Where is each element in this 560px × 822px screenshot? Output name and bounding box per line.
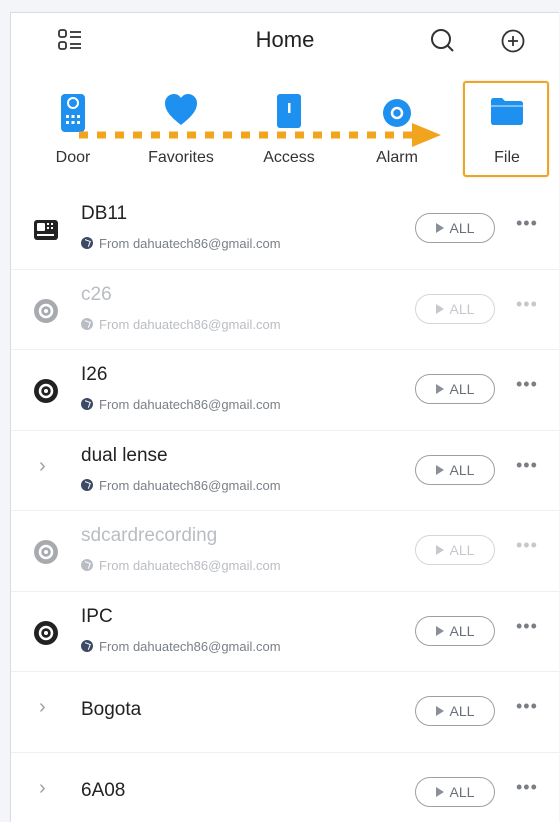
play-all-button[interactable]: ALL [415, 374, 495, 404]
share-icon [81, 318, 93, 330]
more-options-icon[interactable]: ••• [516, 616, 538, 637]
more-options-icon[interactable]: ••• [516, 213, 538, 234]
chevron-right-icon[interactable]: › [39, 455, 46, 478]
share-icon [81, 640, 93, 652]
category-label: Access [239, 149, 339, 167]
chevron-right-icon[interactable]: › [39, 777, 46, 800]
camera-icon [33, 378, 59, 404]
play-icon [436, 706, 444, 716]
more-options-icon[interactable]: ••• [516, 455, 538, 476]
play-all-button[interactable]: ALL [415, 535, 495, 565]
category-access[interactable]: Access [239, 83, 339, 183]
play-all-button[interactable]: ALL [415, 777, 495, 807]
device-name: IPC [81, 606, 113, 628]
header: Home [11, 13, 559, 73]
door-icon [60, 93, 86, 138]
play-all-button[interactable]: ALL [415, 213, 495, 243]
add-device-icon[interactable] [499, 27, 529, 57]
device-name: DB11 [81, 203, 127, 225]
share-icon [81, 237, 93, 249]
device-row[interactable]: DB11 From dahuatech86@gmail.com ALL ••• [11, 189, 559, 270]
folder-icon [490, 97, 524, 130]
camera-icon [33, 539, 59, 565]
favorites-heart-icon [163, 93, 199, 132]
play-icon [436, 626, 444, 636]
category-alarm[interactable]: Alarm [347, 83, 447, 183]
device-row[interactable]: › dual lense From dahuatech86@gmail.com … [11, 431, 559, 512]
more-options-icon[interactable]: ••• [516, 777, 538, 798]
share-icon [81, 559, 93, 571]
more-options-icon[interactable]: ••• [516, 535, 538, 556]
play-all-button[interactable]: ALL [415, 294, 495, 324]
play-all-button[interactable]: ALL [415, 455, 495, 485]
camera-icon [33, 620, 59, 646]
more-options-icon[interactable]: ••• [516, 374, 538, 395]
device-name: Bogota [81, 699, 141, 721]
device-row[interactable]: › Bogota ALL ••• [11, 672, 559, 753]
device-name: c26 [81, 284, 112, 306]
category-label: Alarm [347, 149, 447, 167]
category-label: File [457, 149, 557, 167]
device-name: 6A08 [81, 780, 125, 802]
app-frame: Home Door [10, 12, 559, 822]
device-row[interactable]: IPC From dahuatech86@gmail.com ALL ••• [11, 592, 559, 673]
device-owner: From dahuatech86@gmail.com [81, 317, 281, 332]
device-name: dual lense [81, 445, 168, 467]
more-options-icon[interactable]: ••• [516, 294, 538, 315]
device-owner: From dahuatech86@gmail.com [81, 236, 281, 251]
play-all-button[interactable]: ALL [415, 696, 495, 726]
share-icon [81, 479, 93, 491]
access-icon [276, 93, 302, 134]
device-owner: From dahuatech86@gmail.com [81, 478, 281, 493]
play-icon [436, 384, 444, 394]
category-label: Door [23, 149, 123, 167]
device-owner: From dahuatech86@gmail.com [81, 397, 281, 412]
more-options-icon[interactable]: ••• [516, 696, 538, 717]
play-icon [436, 465, 444, 475]
device-row[interactable]: I26 From dahuatech86@gmail.com ALL ••• [11, 350, 559, 431]
camera-icon [33, 298, 59, 324]
category-label: Favorites [131, 149, 231, 167]
share-icon [81, 398, 93, 410]
page-title: Home [11, 27, 559, 53]
search-icon[interactable] [429, 27, 459, 57]
device-name: sdcardrecording [81, 525, 217, 547]
device-row[interactable]: sdcardrecording From dahuatech86@gmail.c… [11, 511, 559, 592]
device-name: I26 [81, 364, 107, 386]
device-row[interactable]: c26 From dahuatech86@gmail.com ALL ••• [11, 270, 559, 351]
category-bar: Door Favorites Access [11, 83, 559, 183]
play-icon [436, 545, 444, 555]
doorbell-icon [33, 217, 59, 243]
device-owner: From dahuatech86@gmail.com [81, 558, 281, 573]
alarm-icon [380, 93, 414, 132]
play-all-button[interactable]: ALL [415, 616, 495, 646]
device-list: DB11 From dahuatech86@gmail.com ALL ••• … [11, 189, 559, 822]
category-favorites[interactable]: Favorites [131, 83, 231, 183]
device-owner: From dahuatech86@gmail.com [81, 639, 281, 654]
category-file[interactable]: File [457, 83, 557, 183]
device-row[interactable]: › 6A08 ALL ••• [11, 753, 559, 822]
category-door[interactable]: Door [23, 83, 123, 183]
play-icon [436, 787, 444, 797]
chevron-right-icon[interactable]: › [39, 696, 46, 719]
play-icon [436, 223, 444, 233]
play-icon [436, 304, 444, 314]
